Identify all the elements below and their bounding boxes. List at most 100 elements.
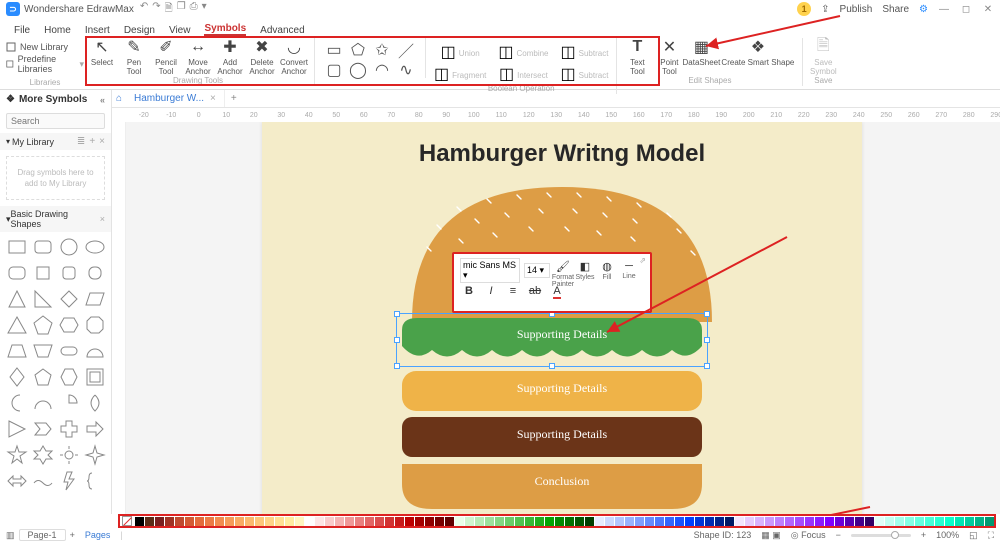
color-swatch[interactable]	[335, 517, 344, 526]
color-swatch[interactable]	[955, 517, 964, 526]
focus-button[interactable]: ◎ Focus	[791, 530, 826, 541]
page-tab[interactable]: Page-1	[19, 529, 66, 541]
undo-icon[interactable]: ↶	[140, 1, 148, 18]
color-swatch[interactable]	[395, 517, 404, 526]
pencil-tool[interactable]: ✐Pencil Tool	[152, 38, 180, 76]
maximize-icon[interactable]: ◻	[960, 4, 972, 15]
color-swatch[interactable]	[485, 517, 494, 526]
line-icon[interactable]: ／	[397, 42, 415, 58]
color-swatch[interactable]	[475, 517, 484, 526]
add-page-button[interactable]: +	[70, 530, 75, 540]
tab-insert[interactable]: Insert	[85, 25, 110, 36]
tab-home[interactable]: Home	[44, 25, 71, 36]
color-swatch[interactable]	[675, 517, 684, 526]
color-swatch[interactable]	[665, 517, 674, 526]
shape-octagon[interactable]	[84, 314, 106, 336]
color-swatch[interactable]	[705, 517, 714, 526]
shape-ellipse[interactable]	[84, 236, 106, 258]
collapse-panel-icon[interactable]: «	[100, 95, 105, 105]
color-swatch[interactable]	[825, 517, 834, 526]
color-swatch[interactable]	[415, 517, 424, 526]
convert-anchor-tool[interactable]: ◡Convert Anchor	[280, 38, 308, 76]
shape-lightning[interactable]	[58, 470, 80, 492]
tab-view[interactable]: View	[169, 25, 191, 36]
shape-tri3[interactable]	[6, 418, 28, 440]
shape-drop[interactable]	[84, 392, 106, 414]
color-swatch[interactable]	[915, 517, 924, 526]
new-library-button[interactable]: New Library	[6, 42, 84, 52]
font-select[interactable]: mic Sans MS ▾	[460, 258, 520, 283]
font-color-button[interactable]: A	[548, 285, 566, 307]
color-swatch[interactable]	[835, 517, 844, 526]
add-anchor-tool[interactable]: ✚Add Anchor	[216, 38, 244, 76]
color-swatch[interactable]	[975, 517, 984, 526]
shape-parallelogram[interactable]	[84, 288, 106, 310]
color-swatch[interactable]	[995, 517, 996, 526]
basic-shapes-close-icon[interactable]: ×	[100, 214, 105, 224]
shape-diamond[interactable]	[58, 288, 80, 310]
qat-more-icon[interactable]: ▾	[202, 1, 207, 18]
pages-link[interactable]: Pages	[85, 530, 111, 540]
color-swatch[interactable]	[635, 517, 644, 526]
color-swatch[interactable]	[295, 517, 304, 526]
color-swatch[interactable]	[455, 517, 464, 526]
font-size-select[interactable]: 14 ▾	[524, 263, 550, 278]
color-swatch[interactable]	[155, 517, 164, 526]
subtract-button[interactable]: ◫Subtract	[559, 42, 611, 62]
color-swatch[interactable]	[425, 517, 434, 526]
color-swatch[interactable]	[685, 517, 694, 526]
color-swatch[interactable]	[985, 517, 994, 526]
color-swatch[interactable]	[695, 517, 704, 526]
color-swatch[interactable]	[725, 517, 734, 526]
color-swatch[interactable]	[205, 517, 214, 526]
move-anchor-tool[interactable]: ↔Move Anchor	[184, 38, 212, 76]
shape-brace[interactable]	[84, 470, 106, 492]
canvas[interactable]: Hamburger Writng Model Supporting Detail…	[112, 122, 1000, 514]
my-library-dropzone[interactable]: Drag symbols here to add to My Library	[6, 156, 105, 200]
color-swatch[interactable]	[465, 517, 474, 526]
shape-dblarrow[interactable]	[6, 470, 28, 492]
color-swatch[interactable]	[505, 517, 514, 526]
color-swatch[interactable]	[555, 517, 564, 526]
color-swatch[interactable]	[165, 517, 174, 526]
fit-page-icon[interactable]: ◱	[969, 530, 978, 541]
color-swatch[interactable]	[375, 517, 384, 526]
close-window-icon[interactable]: ✕	[982, 4, 994, 15]
redo-icon[interactable]: ↷	[152, 1, 160, 18]
tab-file[interactable]: File	[14, 25, 30, 36]
combine-button[interactable]: ◫Combine	[496, 42, 550, 62]
color-swatch[interactable]	[645, 517, 654, 526]
color-swatch[interactable]	[245, 517, 254, 526]
predefine-libraries-button[interactable]: Predefine Libraries▾	[6, 54, 84, 74]
color-swatch[interactable]	[925, 517, 934, 526]
tab-design[interactable]: Design	[124, 25, 155, 36]
shape-star5[interactable]	[6, 444, 28, 466]
color-swatch[interactable]	[365, 517, 374, 526]
color-swatch[interactable]	[315, 517, 324, 526]
color-swatch[interactable]	[345, 517, 354, 526]
bold-button[interactable]: B	[460, 285, 478, 307]
shape-hexagon[interactable]	[58, 314, 80, 336]
shape-trapezoid[interactable]	[6, 340, 28, 362]
color-swatch[interactable]	[845, 517, 854, 526]
color-swatch[interactable]	[265, 517, 274, 526]
save-icon[interactable]: 🗎	[165, 1, 173, 18]
shape-preset-grid[interactable]: ▭ ⬠ ✩ ／ ▢ ◯ ◠ ∿	[321, 38, 419, 78]
shape-arrow[interactable]	[84, 418, 106, 440]
tab-symbols[interactable]: Symbols	[204, 23, 246, 36]
symbol-search-input[interactable]	[6, 113, 105, 129]
share-link[interactable]: Share	[882, 4, 909, 15]
color-swatch[interactable]	[285, 517, 294, 526]
color-swatch[interactable]	[945, 517, 954, 526]
shape-arc[interactable]	[32, 392, 54, 414]
shape-triangle[interactable]	[6, 288, 28, 310]
intersect-button[interactable]: ◫Intersect	[496, 64, 550, 84]
color-swatch[interactable]	[795, 517, 804, 526]
text-tool[interactable]: TText Tool	[623, 38, 651, 76]
color-swatch[interactable]	[605, 517, 614, 526]
delete-anchor-tool[interactable]: ✖Delete Anchor	[248, 38, 276, 76]
color-swatch[interactable]	[575, 517, 584, 526]
shape-tri2[interactable]	[6, 314, 28, 336]
star-icon[interactable]: ✩	[373, 42, 391, 58]
shape-trapezoid2[interactable]	[32, 340, 54, 362]
